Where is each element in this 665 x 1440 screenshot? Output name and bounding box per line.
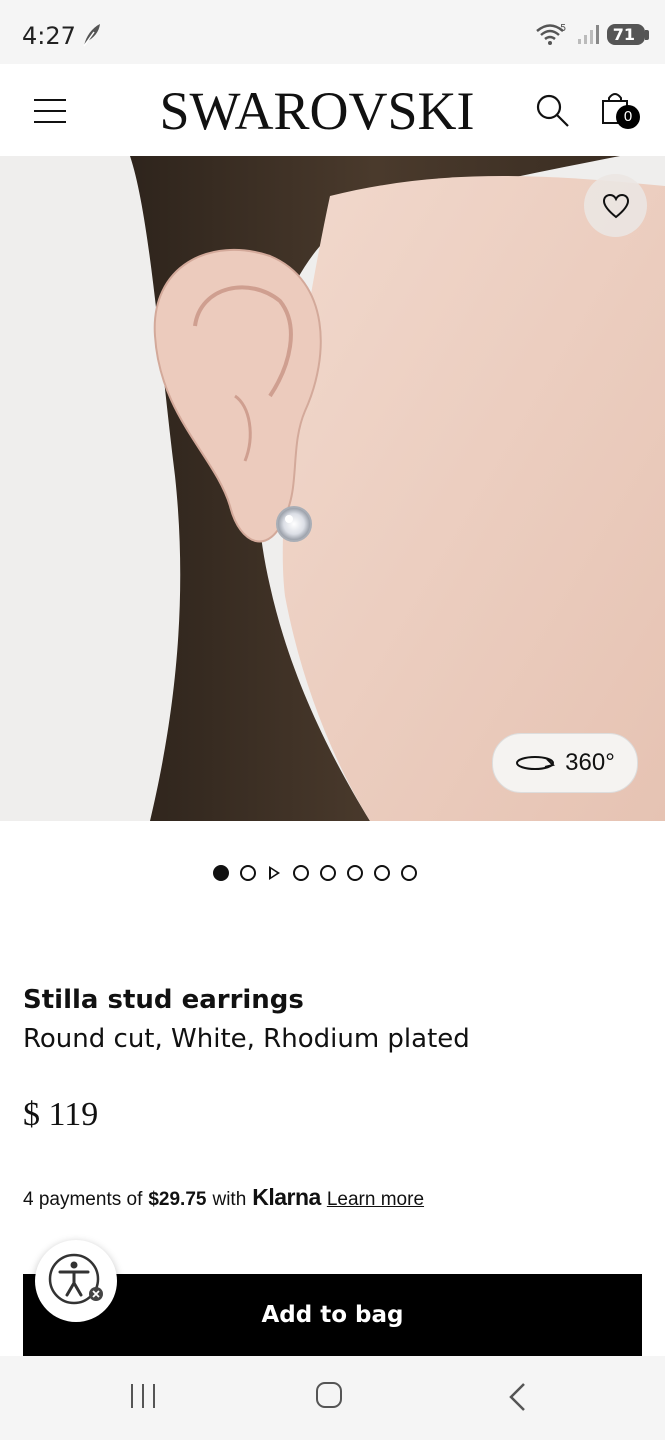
wishlist-button[interactable]	[584, 174, 647, 237]
heart-icon	[602, 193, 629, 218]
signal-icon	[577, 25, 599, 44]
pagination-dot[interactable]	[347, 865, 363, 881]
wifi-icon: 5	[535, 23, 566, 45]
accessibility-button[interactable]	[35, 1240, 117, 1322]
battery-indicator: 71	[606, 23, 650, 45]
wifi-label: 5	[560, 23, 566, 34]
payment-with: with	[212, 1189, 247, 1210]
brand-logo[interactable]: SWAROVSKI	[152, 80, 482, 142]
pagination-dot[interactable]	[401, 865, 417, 881]
learn-more-link[interactable]: Learn more	[327, 1189, 424, 1211]
play-icon[interactable]	[269, 866, 280, 880]
pagination-dot[interactable]	[240, 865, 256, 881]
pagination-dot[interactable]	[374, 865, 390, 881]
menu-icon[interactable]	[34, 99, 68, 125]
status-time: 4:27	[22, 22, 76, 50]
pagination-dot[interactable]	[320, 865, 336, 881]
pagination-dot[interactable]	[213, 865, 229, 881]
rotate-360-icon	[516, 756, 556, 770]
pagination-dot[interactable]	[293, 865, 309, 881]
leaf-icon	[83, 24, 100, 47]
view-360-label: 360°	[565, 749, 615, 776]
product-variant: Round cut, White, Rhodium plated	[23, 1024, 470, 1054]
klarna-logo: Klarna	[252, 1184, 321, 1210]
product-photo	[0, 156, 665, 821]
status-icons: 5 71	[535, 22, 650, 46]
product-price: $ 119	[23, 1096, 99, 1133]
klarna-payment-info: 4 payments of $29.75 with Klarna Learn m…	[23, 1184, 424, 1211]
product-image[interactable]	[0, 156, 665, 821]
accessibility-icon	[48, 1253, 103, 1305]
gallery-pagination	[213, 863, 417, 883]
payment-amount: $29.75	[148, 1189, 207, 1210]
search-icon[interactable]	[535, 93, 571, 129]
payment-prefix: 4 payments of	[23, 1189, 143, 1210]
back-icon[interactable]	[508, 1382, 528, 1412]
cart-count-badge: 0	[616, 105, 640, 129]
recent-apps-button[interactable]	[131, 1384, 155, 1408]
home-button[interactable]	[316, 1382, 342, 1408]
view-360-button[interactable]: 360°	[492, 733, 638, 793]
product-title: Stilla stud earrings	[23, 985, 304, 1015]
